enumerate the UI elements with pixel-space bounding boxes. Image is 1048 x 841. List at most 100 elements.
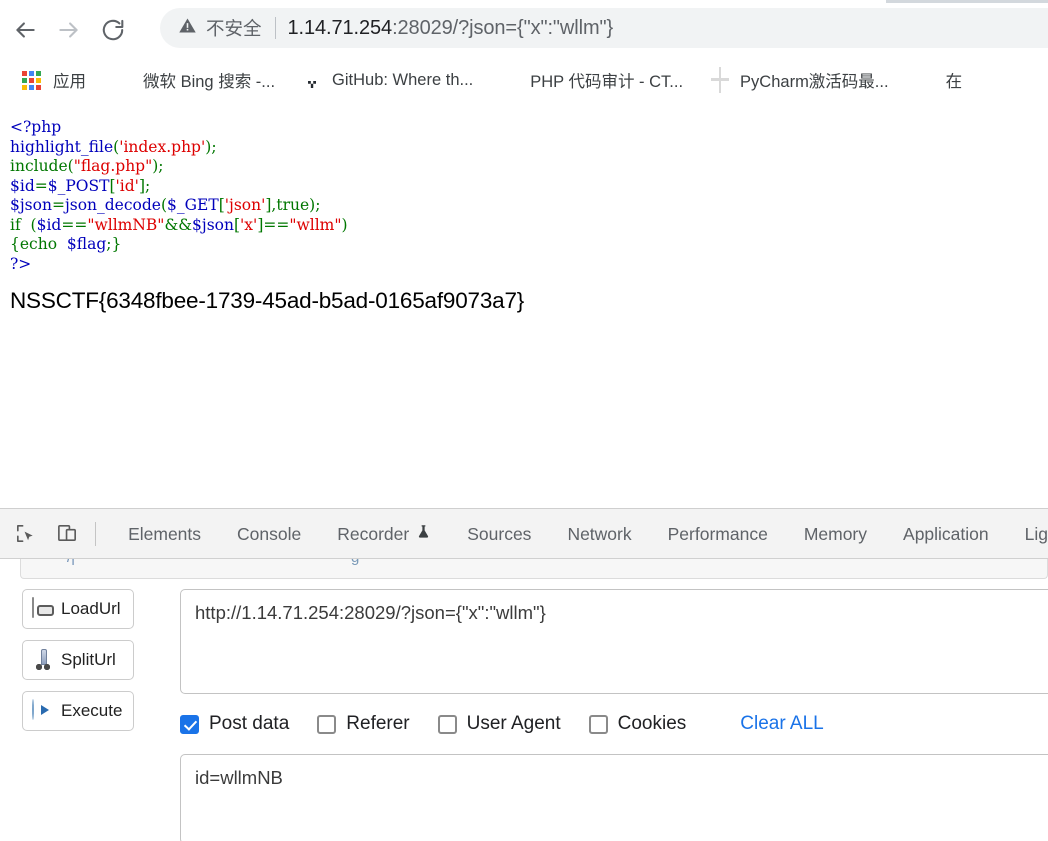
bookmark-php-audit[interactable]: PHP 代码审计 - CT... xyxy=(489,64,693,96)
bookmark-pycharm[interactable]: PyCharm激活码最... xyxy=(699,64,899,96)
bookmark-label: 应用 xyxy=(53,73,86,91)
code-line: $id=$_POST['id']; xyxy=(10,177,1048,197)
bookmark-bing[interactable]: 微软 Bing 搜索 -... xyxy=(102,64,285,96)
tab-label: Memory xyxy=(803,523,868,544)
url-host: 1.14.71.254 xyxy=(287,16,393,39)
code-token: "wllm" xyxy=(289,215,342,234)
option-referer[interactable]: Referer xyxy=(317,713,410,735)
clipped-toolbar-text-3: · xyxy=(504,559,509,566)
hackbar-post-data-input[interactable]: id=wllmNB xyxy=(180,754,1048,841)
code-token: ; xyxy=(211,137,217,156)
tab-recorder[interactable]: Recorder xyxy=(319,509,449,559)
tab-label: Sources xyxy=(467,523,532,544)
tab-network[interactable]: Network xyxy=(549,509,649,559)
apps-grid-icon xyxy=(22,69,44,91)
option-label: Referer xyxy=(346,713,410,734)
code-token: <?php xyxy=(10,118,62,136)
ctf-site-icon xyxy=(499,69,521,91)
code-token: true xyxy=(276,196,310,214)
github-icon xyxy=(301,69,323,91)
tab-console[interactable]: Console xyxy=(219,509,319,559)
clipped-toolbar-text-1: /| xyxy=(67,559,75,566)
code-line: {echo $flag;} xyxy=(10,235,1048,255)
code-token: echo xyxy=(19,235,58,253)
code-token: 'json' xyxy=(224,196,266,214)
code-token: $json xyxy=(192,215,234,234)
hackbar-url-input[interactable]: http://1.14.71.254:28029/?json={"x":"wll… xyxy=(180,589,1048,694)
tab-memory[interactable]: Memory xyxy=(786,509,885,559)
code-token: ; xyxy=(158,157,164,175)
option-cookies[interactable]: Cookies xyxy=(588,713,687,735)
bookmark-csdn[interactable]: 在 xyxy=(905,64,973,96)
code-token: ) xyxy=(341,215,348,234)
address-bar[interactable]: 不安全 1.14.71.254:28029/?json={"x":"wllm"} xyxy=(160,8,1048,48)
code-token: json_decode xyxy=(64,196,161,214)
clipped-toolbar-text-2: ɡ xyxy=(351,559,359,566)
url-text: 1.14.71.254:28029/?json={"x":"wllm"} xyxy=(288,17,614,40)
referer-checkbox[interactable] xyxy=(317,714,337,734)
cookies-checkbox[interactable] xyxy=(588,714,608,734)
option-post-data[interactable]: Post data xyxy=(180,713,289,735)
code-line: <?php xyxy=(10,118,1048,138)
tab-performance[interactable]: Performance xyxy=(650,509,786,559)
security-label: 不安全 xyxy=(206,18,262,39)
code-token: $_POST xyxy=(47,176,110,195)
code-token: 'index.php' xyxy=(119,137,206,156)
code-token: highlight_file xyxy=(10,137,114,156)
execute-icon xyxy=(32,699,54,722)
button-label: LoadUrl xyxy=(61,599,121,618)
tab-label: Elements xyxy=(128,523,202,544)
flag-output: NSSCTF{6348fbee-1739-45ad-b5ad-0165af907… xyxy=(10,288,525,313)
bookmark-apps[interactable]: 应用 xyxy=(12,64,96,96)
tab-label: Application xyxy=(903,523,989,544)
code-token: "wllmNB" xyxy=(87,215,165,234)
code-token: = xyxy=(34,176,48,195)
code-token: ; xyxy=(315,196,321,214)
bookmark-label: PyCharm激活码最... xyxy=(740,73,889,91)
split-url-icon xyxy=(32,649,54,671)
hackbar-top-toolbar-clipped[interactable]: /| ɡ · xyxy=(20,559,1048,579)
security-status[interactable]: 不安全 xyxy=(178,15,262,41)
code-token: $flag xyxy=(66,235,107,253)
post-data-checkbox[interactable] xyxy=(180,714,199,734)
code-token: $id xyxy=(36,215,62,234)
tab-sources[interactable]: Sources xyxy=(449,509,549,559)
user-agent-checkbox[interactable] xyxy=(437,714,457,734)
tab-label: Console xyxy=(237,523,302,544)
forward-button[interactable] xyxy=(50,11,88,49)
execute-button[interactable]: Execute xyxy=(22,691,134,731)
split-url-button[interactable]: SplitUrl xyxy=(22,640,134,680)
clear-all-link[interactable]: Clear ALL xyxy=(740,713,823,735)
code-token: && xyxy=(164,215,193,234)
option-user-agent[interactable]: User Agent xyxy=(437,713,561,735)
tab-elements[interactable]: Elements xyxy=(110,509,219,559)
tab-lighthouse[interactable]: Lig xyxy=(1007,509,1048,559)
code-line: include("flag.php"); xyxy=(10,157,1048,177)
code-line: $json=json_decode($_GET['json'],true); xyxy=(10,196,1048,216)
button-label: SplitUrl xyxy=(61,650,116,669)
bookmark-github[interactable]: GitHub: Where th... xyxy=(291,65,483,95)
url-path: :28029/?json={"x":"wllm"} xyxy=(392,16,614,39)
warning-triangle-icon xyxy=(178,16,197,40)
load-url-icon xyxy=(32,597,54,620)
hackbar-options-row: Post data Referer User Agent Cookies Cle… xyxy=(180,707,824,741)
load-url-button[interactable]: LoadUrl xyxy=(22,589,134,629)
option-label: Cookies xyxy=(617,713,687,734)
device-toolbar-icon[interactable] xyxy=(51,516,86,552)
code-token: 'id' xyxy=(115,176,139,195)
tab-label: Network xyxy=(567,523,632,544)
devtools-tabbar: Elements Console Recorder Sources Networ… xyxy=(0,509,1048,559)
code-token: 'x' xyxy=(240,215,258,234)
tab-application[interactable]: Application xyxy=(885,509,1007,559)
code-token: ; xyxy=(145,176,151,195)
hackbar-action-buttons: LoadUrl SplitUrl Execute xyxy=(22,589,134,742)
code-token: ?> xyxy=(10,254,32,273)
devtools-panel: Elements Console Recorder Sources Networ… xyxy=(0,508,1048,841)
flask-icon xyxy=(416,509,431,559)
tab-label: Lig xyxy=(1024,523,1048,544)
back-button[interactable] xyxy=(6,11,44,49)
code-token: "flag.php" xyxy=(73,157,153,175)
inspect-element-icon[interactable] xyxy=(8,516,43,552)
reload-button[interactable] xyxy=(94,11,132,49)
